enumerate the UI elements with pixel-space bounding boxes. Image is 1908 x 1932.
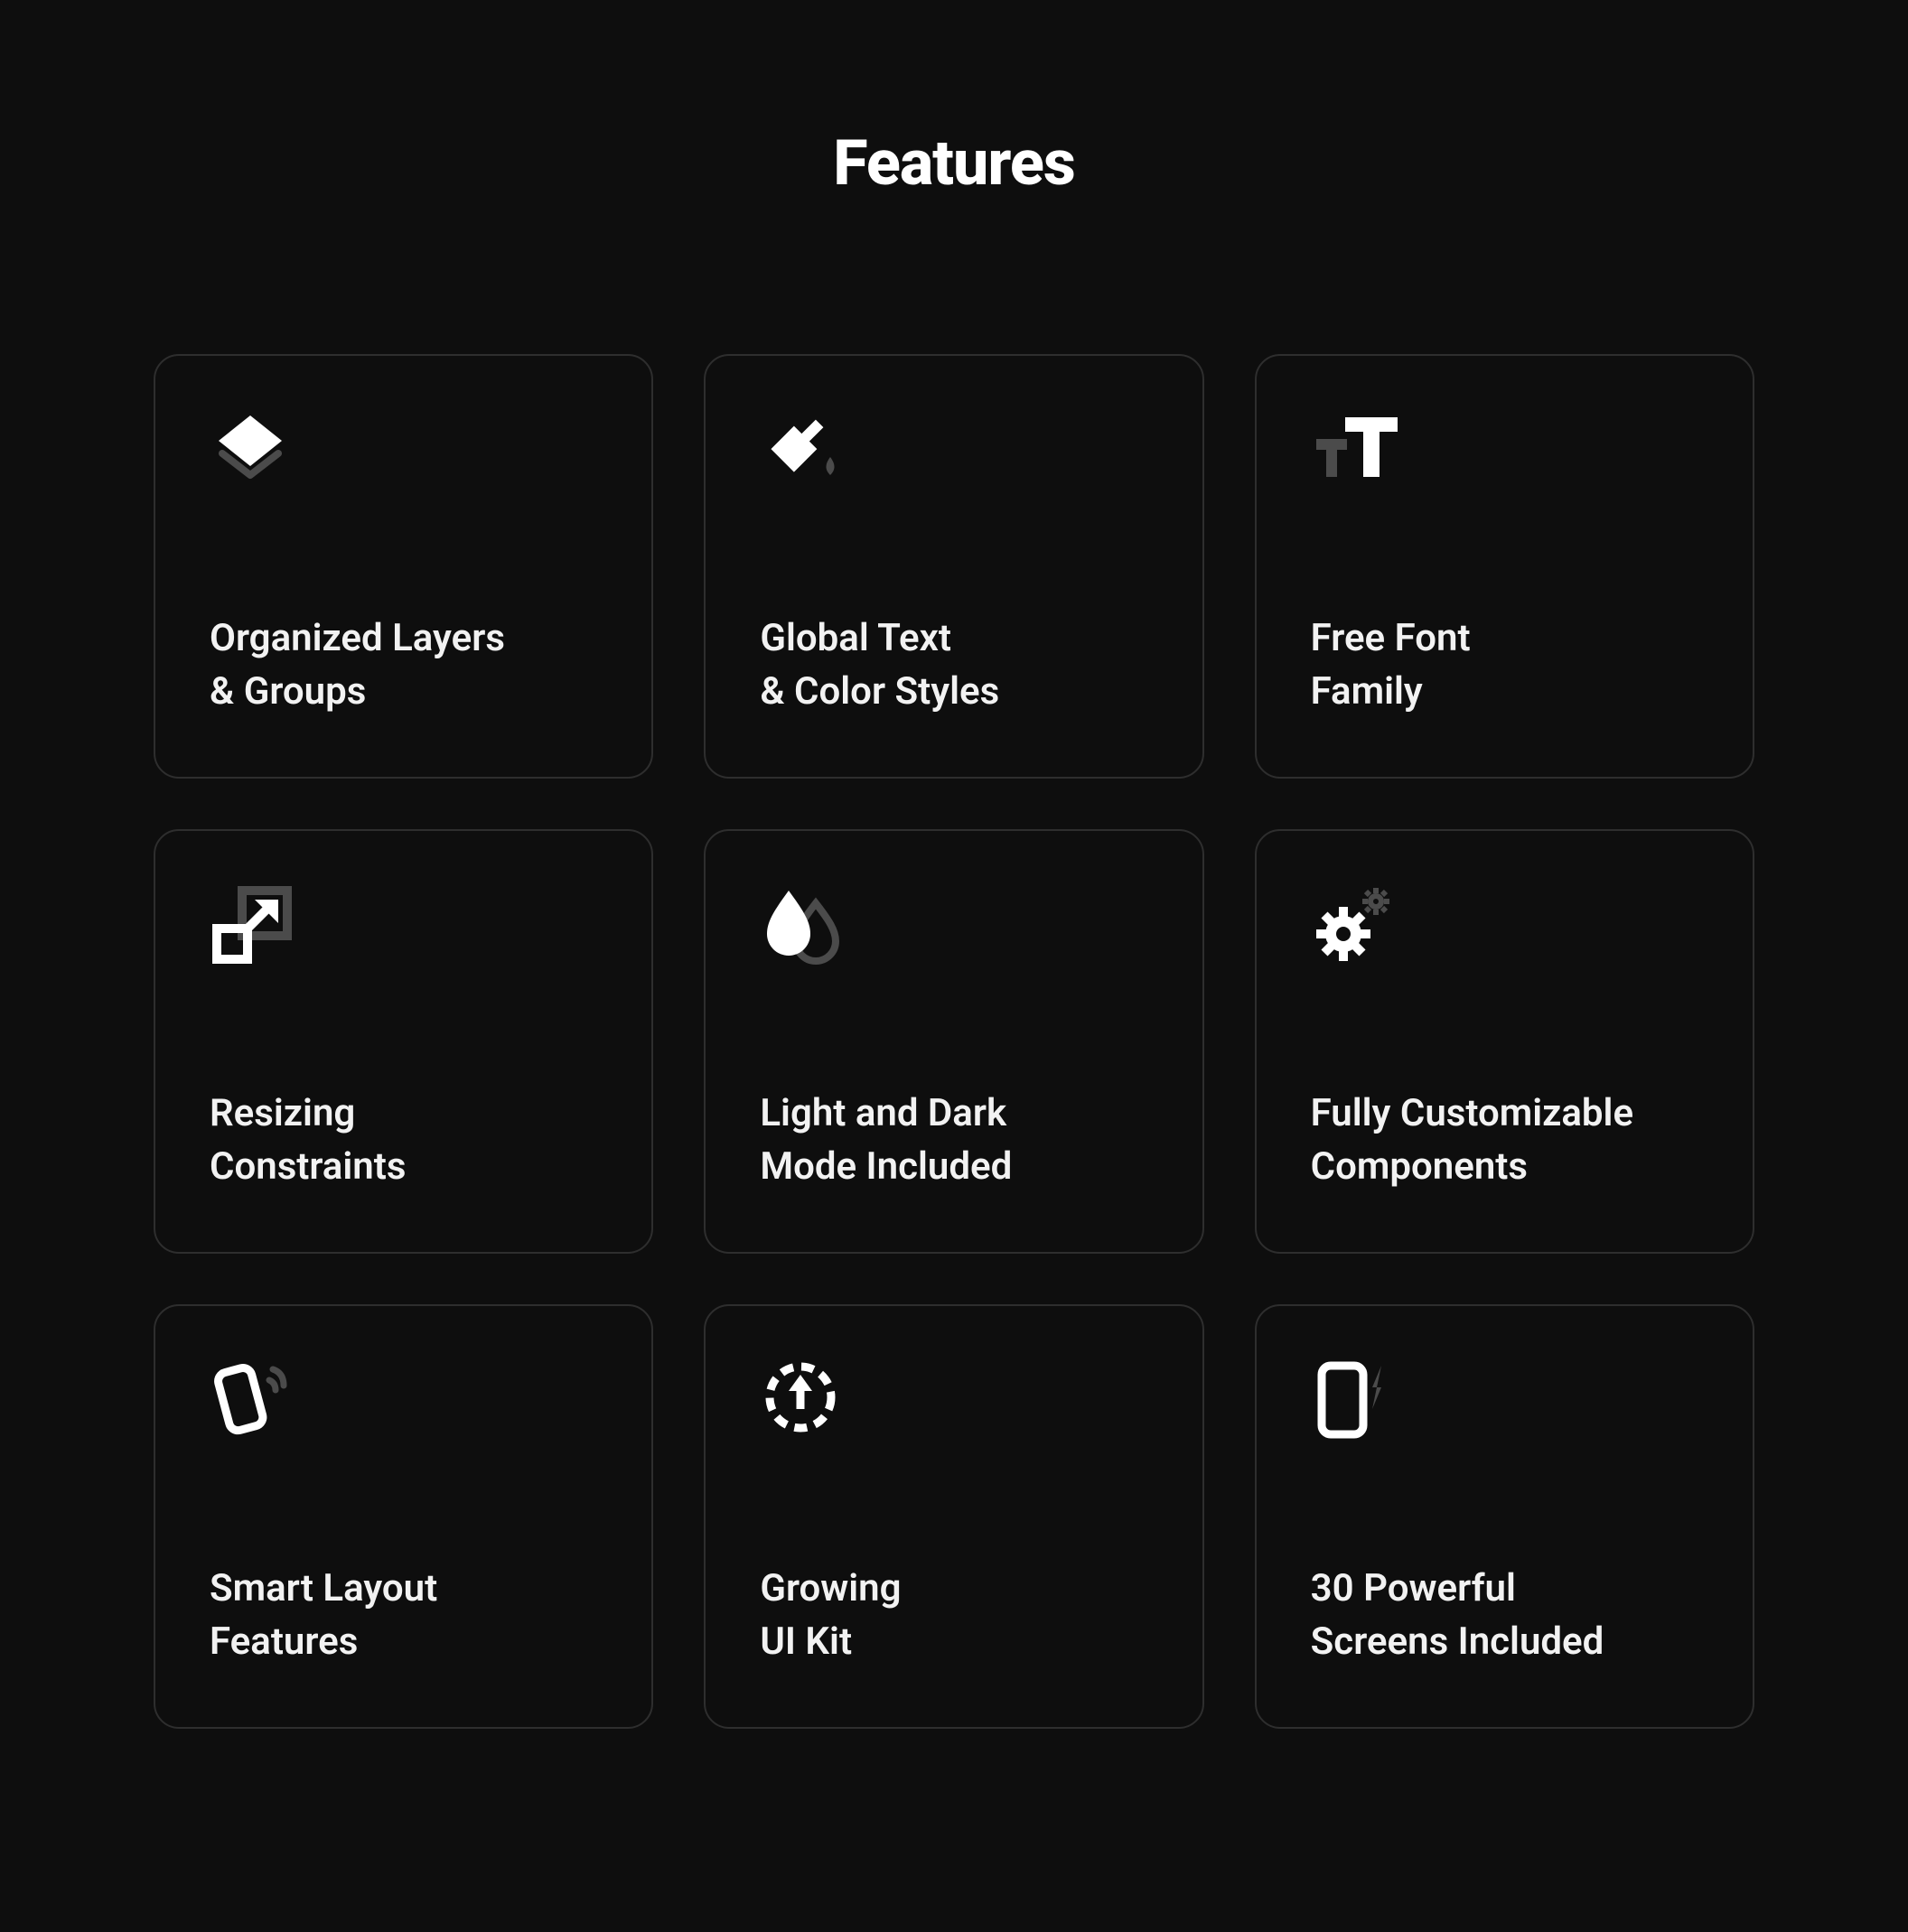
- gears-icon: [1311, 882, 1401, 972]
- drops-icon: [760, 882, 850, 972]
- feature-label: Organized Layers & Groups: [210, 612, 597, 719]
- feature-card: Smart Layout Features: [154, 1304, 653, 1729]
- smart-icon: [210, 1357, 300, 1447]
- feature-label: Smart Layout Features: [210, 1563, 597, 1669]
- feature-label: Global Text & Color Styles: [760, 612, 1147, 719]
- feature-label: Free Font Family: [1311, 612, 1698, 719]
- feature-label: 30 Powerful Screens Included: [1311, 1563, 1698, 1669]
- feature-card: Global Text & Color Styles: [704, 354, 1203, 779]
- feature-label: Resizing Constraints: [210, 1087, 597, 1194]
- features-grid: Organized Layers & Groups Global Text & …: [154, 354, 1754, 1729]
- text-size-icon: [1311, 406, 1401, 497]
- feature-card: Growing UI Kit: [704, 1304, 1203, 1729]
- update-icon: [760, 1357, 850, 1447]
- feature-card: Resizing Constraints: [154, 829, 653, 1254]
- feature-label: Growing UI Kit: [760, 1563, 1147, 1669]
- feature-label: Light and Dark Mode Included: [760, 1087, 1147, 1194]
- screens-icon: [1311, 1357, 1401, 1447]
- layers-icon: [210, 406, 300, 497]
- resize-icon: [210, 882, 300, 972]
- feature-card: Light and Dark Mode Included: [704, 829, 1203, 1254]
- paint-icon: [760, 406, 850, 497]
- section-title: Features: [154, 126, 1754, 201]
- feature-label: Fully Customizable Components: [1311, 1087, 1698, 1194]
- feature-card: Fully Customizable Components: [1255, 829, 1754, 1254]
- feature-card: Organized Layers & Groups: [154, 354, 653, 779]
- feature-card: Free Font Family: [1255, 354, 1754, 779]
- feature-card: 30 Powerful Screens Included: [1255, 1304, 1754, 1729]
